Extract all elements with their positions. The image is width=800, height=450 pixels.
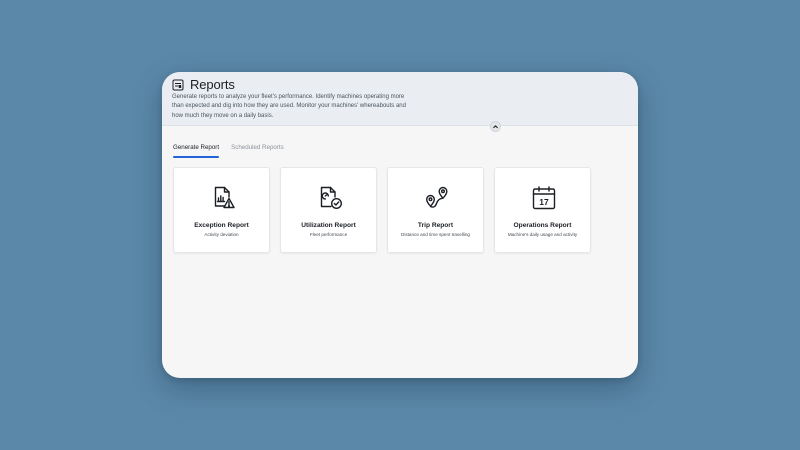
tab-generate-report[interactable]: Generate Report — [173, 142, 220, 160]
trip-report-card[interactable]: Trip Report Distance and time spent trav… — [387, 167, 484, 253]
report-cards: Exception Report Activity deviation Util… — [173, 167, 591, 253]
calendar-icon: 17 — [532, 186, 556, 210]
app-window: Reports Generate reports to analyze your… — [162, 72, 638, 378]
chevron-up-icon — [493, 125, 498, 129]
operations-report-card[interactable]: 17 Operations Report Machine's daily usa… — [494, 167, 591, 253]
tab-scheduled-reports[interactable]: Scheduled Reports — [231, 142, 284, 160]
exception-report-card[interactable]: Exception Report Activity deviation — [173, 167, 270, 253]
card-title: Trip Report — [417, 222, 454, 229]
report-icon — [172, 79, 184, 90]
utilization-report-card[interactable]: Utilization Report Fleet performance — [280, 167, 377, 253]
card-subtitle: Machine's daily usage and activity — [507, 232, 578, 237]
title-row: Reports — [172, 77, 235, 92]
card-title: Exception Report — [194, 222, 249, 229]
collapse-header-button[interactable] — [490, 121, 501, 132]
utilization-report-icon — [320, 186, 343, 210]
page-description: Generate reports to analyze your fleet's… — [172, 94, 406, 119]
card-subtitle: Distance and time spent travelling — [401, 232, 470, 237]
calendar-day-label: 17 — [539, 197, 549, 207]
card-title: Utilization Report — [301, 222, 356, 229]
page-title: Reports — [190, 77, 235, 92]
trip-route-icon — [426, 186, 448, 208]
report-tabs: Generate Report Scheduled Reports — [173, 142, 284, 160]
card-title: Operations Report — [513, 222, 572, 229]
card-subtitle: Fleet performance — [309, 232, 348, 237]
page-header: Reports Generate reports to analyze your… — [162, 72, 638, 126]
card-subtitle: Activity deviation — [204, 232, 239, 237]
exception-report-icon — [214, 186, 235, 209]
